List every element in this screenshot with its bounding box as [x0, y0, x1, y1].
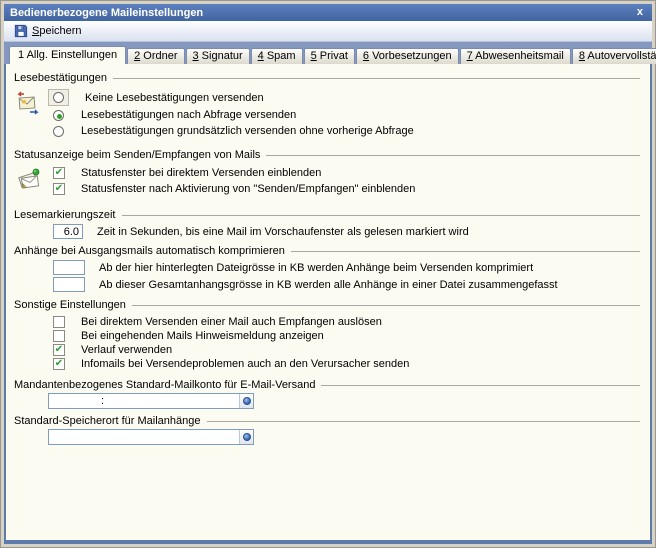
radio-read-receipts-always[interactable] — [53, 126, 64, 137]
default-location-combobox[interactable] — [48, 429, 254, 445]
section-title: Statusanzeige beim Senden/Empfangen von … — [14, 149, 260, 161]
mail-send-receive-icon — [16, 91, 40, 118]
read-mark-time-row: Zeit in Sekunden, bis eine Mail im Vorsc… — [53, 223, 642, 240]
compress-filesize-input[interactable] — [53, 260, 85, 275]
checkbox-label: Statusfenster bei direktem Versenden ein… — [81, 167, 321, 179]
tab-privat[interactable]: 5 Privat — [304, 48, 355, 64]
tab-signatur[interactable]: 3 Signatur — [186, 48, 250, 64]
save-button[interactable]: Speichern — [9, 23, 87, 39]
toolbar: Speichern — [4, 21, 652, 42]
radio-label: Lesebestätigungen nach Abfrage versenden — [81, 109, 296, 121]
compress-size-row: Ab der hier hinterlegten Dateigrösse in … — [53, 259, 642, 276]
tab-allg-einstellungen[interactable]: 1 Allg. Einstellungen — [9, 46, 126, 64]
checkbox-row: Infomails bei Versendeproblemen auch an … — [48, 357, 642, 371]
checkbox-infomail-to-originator[interactable] — [53, 358, 65, 370]
section-read-mark-time-header: Lesemarkierungszeit — [14, 209, 640, 221]
radio-read-receipts-after-prompt[interactable] — [53, 110, 64, 121]
checkbox-row: Statusfenster nach Aktivierung von "Send… — [48, 181, 642, 197]
dropdown-icon — [243, 397, 251, 405]
tab-vorbesetzungen[interactable]: 6 Vorbesetzungen — [356, 48, 459, 64]
checkbox-statuswindow-direct-send[interactable] — [53, 167, 65, 179]
radio-row: Lesebestätigungen grundsätzlich versende… — [48, 123, 642, 139]
mail-status-icon — [16, 167, 42, 196]
section-misc: Bei direktem Versenden einer Mail auch E… — [14, 315, 642, 371]
section-misc-header: Sonstige Einstellungen — [14, 299, 640, 311]
read-mark-time-input[interactable] — [53, 224, 83, 239]
checkbox-incoming-mail-notification[interactable] — [53, 330, 65, 342]
default-account-value: : — [49, 395, 239, 407]
checkbox-row: Statusfenster bei direktem Versenden ein… — [48, 165, 642, 181]
section-divider — [122, 215, 641, 216]
checkbox-label: Bei eingehenden Mails Hinweismeldung anz… — [81, 330, 324, 342]
section-compress-header: Anhänge bei Ausgangsmails automatisch ko… — [14, 245, 640, 257]
section-title: Lesebestätigungen — [14, 72, 107, 84]
radio-no-read-receipts[interactable] — [53, 92, 64, 103]
checkbox-row: Bei eingehenden Mails Hinweismeldung anz… — [48, 329, 642, 343]
section-divider — [132, 305, 640, 306]
section-default-location-header: Standard-Speicherort für Mailanhänge — [14, 415, 640, 427]
tab-spam[interactable]: 4 Spam — [251, 48, 303, 64]
section-divider — [291, 251, 640, 252]
section-title: Sonstige Einstellungen — [14, 299, 126, 311]
default-account-dropdown-button[interactable] — [239, 394, 253, 408]
checkbox-label: Infomails bei Versendeproblemen auch an … — [81, 358, 409, 370]
section-read-receipts-header: Lesebestätigungen — [14, 72, 640, 84]
window-title: Bedienerbezogene Maileinstellungen — [10, 7, 634, 19]
close-button[interactable]: x — [634, 7, 646, 18]
section-status-display-header: Statusanzeige beim Senden/Empfangen von … — [14, 149, 640, 161]
compress-totalsize-label: Ab dieser Gesamtanhangsgrösse in KB werd… — [99, 279, 558, 291]
tab-ordner[interactable]: 2 Ordner — [127, 48, 184, 64]
save-icon — [14, 24, 28, 38]
titlebar: Bedienerbezogene Maileinstellungen x — [4, 4, 652, 21]
section-divider — [266, 155, 640, 156]
checkbox-label: Bei direktem Versenden einer Mail auch E… — [81, 316, 382, 328]
compress-filesize-label: Ab der hier hinterlegten Dateigrösse in … — [99, 262, 533, 274]
default-location-dropdown-button[interactable] — [239, 430, 253, 444]
radio-row: Lesebestätigungen nach Abfrage versenden — [48, 107, 642, 123]
checkbox-row: Bei direktem Versenden einer Mail auch E… — [48, 315, 642, 329]
section-status-display: Statusfenster bei direktem Versenden ein… — [14, 165, 642, 197]
section-title: Mandantenbezogenes Standard-Mailkonto fü… — [14, 379, 315, 391]
tab-abwesenheitsmail[interactable]: 7 Abwesenheitsmail — [460, 48, 571, 64]
section-divider — [113, 78, 640, 79]
checkbox-use-history[interactable] — [53, 344, 65, 356]
section-title: Lesemarkierungszeit — [14, 209, 116, 221]
section-title: Anhänge bei Ausgangsmails automatisch ko… — [14, 245, 285, 257]
default-account-combobox[interactable]: : — [48, 393, 254, 409]
compress-totalsize-input[interactable] — [53, 277, 85, 292]
section-read-receipts: Keine Lesebestätigungen versenden Lesebe… — [14, 89, 642, 139]
tab-band: 1 Allg. Einstellungen 2 Ordner 3 Signatu… — [4, 42, 652, 64]
checkbox-statuswindow-send-receive[interactable] — [53, 183, 65, 195]
compress-total-row: Ab dieser Gesamtanhangsgrösse in KB werd… — [53, 276, 642, 293]
save-label: Speichern — [32, 25, 82, 37]
checkbox-label: Statusfenster nach Aktivierung von "Send… — [81, 183, 415, 195]
section-divider — [321, 385, 640, 386]
section-title: Standard-Speicherort für Mailanhänge — [14, 415, 201, 427]
settings-window: Bedienerbezogene Maileinstellungen x Spe… — [0, 0, 656, 548]
section-divider — [207, 421, 640, 422]
section-default-account-header: Mandantenbezogenes Standard-Mailkonto fü… — [14, 379, 640, 391]
checkbox-row: Verlauf verwenden — [48, 343, 642, 357]
radio-label: Keine Lesebestätigungen versenden — [85, 92, 264, 104]
read-mark-time-label: Zeit in Sekunden, bis eine Mail im Vorsc… — [97, 226, 469, 238]
checkbox-direct-send-triggers-receive[interactable] — [53, 316, 65, 328]
dropdown-icon — [243, 433, 251, 441]
tab-autovervollstaendigung[interactable]: 8 Autovervollständigung — [572, 48, 656, 64]
tab-content-allg-einstellungen: Lesebestätigungen Keine Lesebestätigunge… — [4, 64, 652, 544]
focus-box — [48, 89, 69, 106]
radio-row: Keine Lesebestätigungen versenden — [48, 89, 642, 106]
checkbox-label: Verlauf verwenden — [81, 344, 172, 356]
radio-label: Lesebestätigungen grundsätzlich versende… — [81, 125, 414, 137]
